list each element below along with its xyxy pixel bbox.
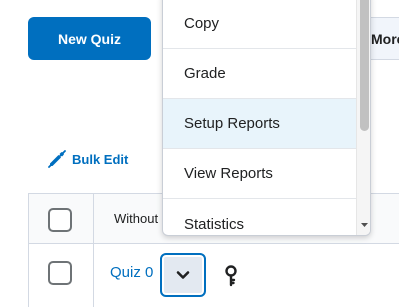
column-divider bbox=[93, 194, 94, 307]
menu-item-copy[interactable]: Copy bbox=[163, 0, 356, 49]
menu-item-label: View Reports bbox=[184, 165, 273, 182]
menu-scrollbar[interactable] bbox=[356, 0, 370, 235]
key-icon bbox=[225, 265, 237, 287]
more-label: More bbox=[371, 30, 399, 47]
context-menu: Copy Grade Setup Reports View Reports St… bbox=[162, 0, 371, 236]
bulk-edit-link[interactable]: Bulk Edit bbox=[48, 150, 128, 168]
row-checkbox[interactable] bbox=[48, 261, 72, 285]
new-quiz-button[interactable]: New Quiz bbox=[28, 17, 151, 60]
table-left-border bbox=[28, 194, 29, 307]
select-all-checkbox[interactable] bbox=[48, 208, 72, 232]
menu-item-grade[interactable]: Grade bbox=[163, 49, 356, 99]
scrollbar-thumb[interactable] bbox=[360, 0, 369, 131]
column-header: Without bbox=[114, 211, 159, 226]
table-row: Quiz 0 bbox=[28, 245, 399, 307]
context-menu-button[interactable] bbox=[160, 253, 206, 297]
menu-item-label: Grade bbox=[184, 65, 226, 82]
menu-item-view-reports[interactable]: View Reports bbox=[163, 149, 356, 199]
menu-item-label: Setup Reports bbox=[184, 115, 280, 132]
new-quiz-label: New Quiz bbox=[57, 30, 121, 47]
menu-item-label: Statistics bbox=[184, 215, 245, 233]
menu-item-statistics[interactable]: Statistics bbox=[163, 199, 356, 235]
quiz-link[interactable]: Quiz 0 bbox=[110, 264, 153, 281]
menu-item-setup-reports[interactable]: Setup Reports bbox=[163, 99, 356, 149]
quiz-manager-view: New Quiz More Bulk Edit Without Quiz 0 bbox=[0, 0, 399, 307]
pencil-icon bbox=[48, 150, 66, 168]
scroll-down-arrow-icon[interactable] bbox=[360, 221, 369, 229]
chevron-down-icon bbox=[176, 271, 190, 279]
bulk-edit-label: Bulk Edit bbox=[72, 151, 129, 167]
menu-item-label: Copy bbox=[184, 15, 220, 32]
